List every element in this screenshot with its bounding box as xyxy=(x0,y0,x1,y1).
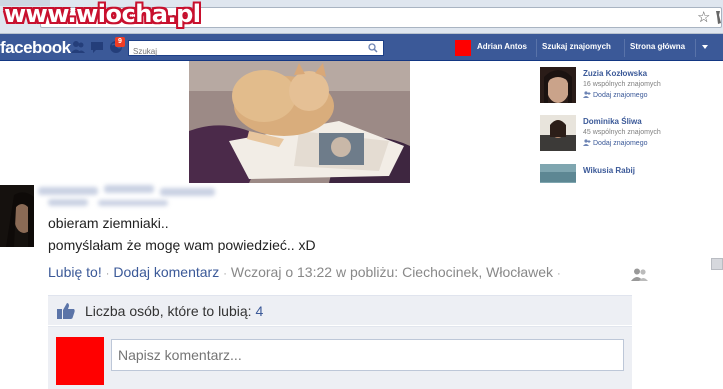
commenter-avatar xyxy=(56,337,104,385)
separator-dot: · xyxy=(557,268,561,280)
mutual-friends-count[interactable]: 45 wspólnych znajomych xyxy=(583,129,661,136)
suggestion-avatar[interactable] xyxy=(540,164,576,183)
suggestion-avatar[interactable] xyxy=(540,115,576,151)
friend-requests-icon[interactable] xyxy=(70,40,86,54)
cat-reading-book-image xyxy=(189,61,410,183)
likes-count[interactable]: 4 xyxy=(255,303,263,319)
like-link[interactable]: Lubię to! xyxy=(48,264,102,280)
home-link[interactable]: Strona główna xyxy=(630,42,685,51)
add-friend-icon xyxy=(583,139,591,146)
search-box[interactable] xyxy=(128,40,384,59)
nav-divider xyxy=(536,39,537,57)
add-friend-icon xyxy=(583,91,591,98)
facebook-logo[interactable]: facebook xyxy=(0,38,71,58)
notification-count-badge[interactable]: 9 xyxy=(115,37,125,47)
post-author-avatar[interactable] xyxy=(0,185,34,247)
comment-composer xyxy=(48,326,632,389)
likes-summary: Liczba osób, które to lubią: 4 xyxy=(48,295,632,325)
nav-divider xyxy=(624,39,625,57)
post-text-line: obieram ziemniaki.. xyxy=(48,215,169,231)
comment-link[interactable]: Dodaj komentarz xyxy=(113,264,219,280)
friend-suggestion: Wikusia Rabij xyxy=(540,164,720,183)
scroll-stub[interactable] xyxy=(711,258,723,270)
suggestion-name[interactable]: Dominika Śliwa xyxy=(583,117,642,126)
user-avatar[interactable] xyxy=(455,40,471,56)
add-friend-label: Dodaj znajomego xyxy=(593,92,648,99)
comment-input[interactable] xyxy=(111,339,624,371)
likes-count-label[interactable]: Liczba osób, które to lubią: 4 xyxy=(85,303,263,319)
mutual-friends-count[interactable]: 16 wspólnych znajomych xyxy=(583,81,661,88)
search-icon[interactable] xyxy=(368,43,378,53)
search-input[interactable] xyxy=(129,44,359,59)
messages-icon[interactable] xyxy=(89,40,105,54)
suggestion-name[interactable]: Zuzia Kozłowska xyxy=(583,69,647,78)
suggestion-avatar[interactable] xyxy=(540,67,576,103)
friend-suggestion: Zuzia Kozłowska 16 wspólnych znajomych D… xyxy=(540,67,720,107)
add-friend-link[interactable]: Dodaj znajomego xyxy=(583,139,647,147)
post-photo[interactable] xyxy=(189,61,410,183)
watermark-logo: www.wiocha.pl xyxy=(4,0,201,28)
post-action-bar: Lubię to! · Dodaj komentarz · Wczoraj o 13:2… xyxy=(48,264,565,280)
likes-label: Liczba osób, które to lubią: xyxy=(85,303,252,319)
post-timestamp-location[interactable]: Wczoraj o 13:22 w pobliżu: Ciechocinek, … xyxy=(231,264,553,280)
separator-dot: · xyxy=(105,268,110,280)
thumbs-up-icon xyxy=(57,303,75,319)
suggestion-name[interactable]: Wikusia Rabij xyxy=(583,166,635,175)
bookmark-star-icon[interactable]: ☆ xyxy=(697,10,710,25)
account-menu-chevron-down-icon[interactable] xyxy=(702,45,708,49)
facebook-topbar: facebook 9 Adrian Antos Szukaj znajomych… xyxy=(0,34,723,61)
find-friends-link[interactable]: Szukaj znajomych xyxy=(542,42,611,51)
profile-link[interactable]: Adrian Antos xyxy=(477,42,527,51)
nav-divider xyxy=(695,39,696,57)
screenshot: ok.com/ ☆ www.wiocha.pl facebook 9 Szuka… xyxy=(0,0,723,389)
blurred-author-name xyxy=(38,185,218,211)
friend-suggestion: Dominika Śliwa 45 wspólnych znajomych Do… xyxy=(540,115,720,155)
post-text-line: pomyślałam że mogę wam powiedzieć.. xD xyxy=(48,237,316,253)
privacy-friends-icon[interactable] xyxy=(631,268,649,281)
separator-dot: · xyxy=(223,268,227,280)
wrench-icon[interactable] xyxy=(713,9,723,25)
add-friend-label: Dodaj znajomego xyxy=(593,140,648,147)
add-friend-link[interactable]: Dodaj znajomego xyxy=(583,91,647,99)
news-feed-post: obieram ziemniaki.. pomyślałam że mogę w… xyxy=(0,183,723,389)
